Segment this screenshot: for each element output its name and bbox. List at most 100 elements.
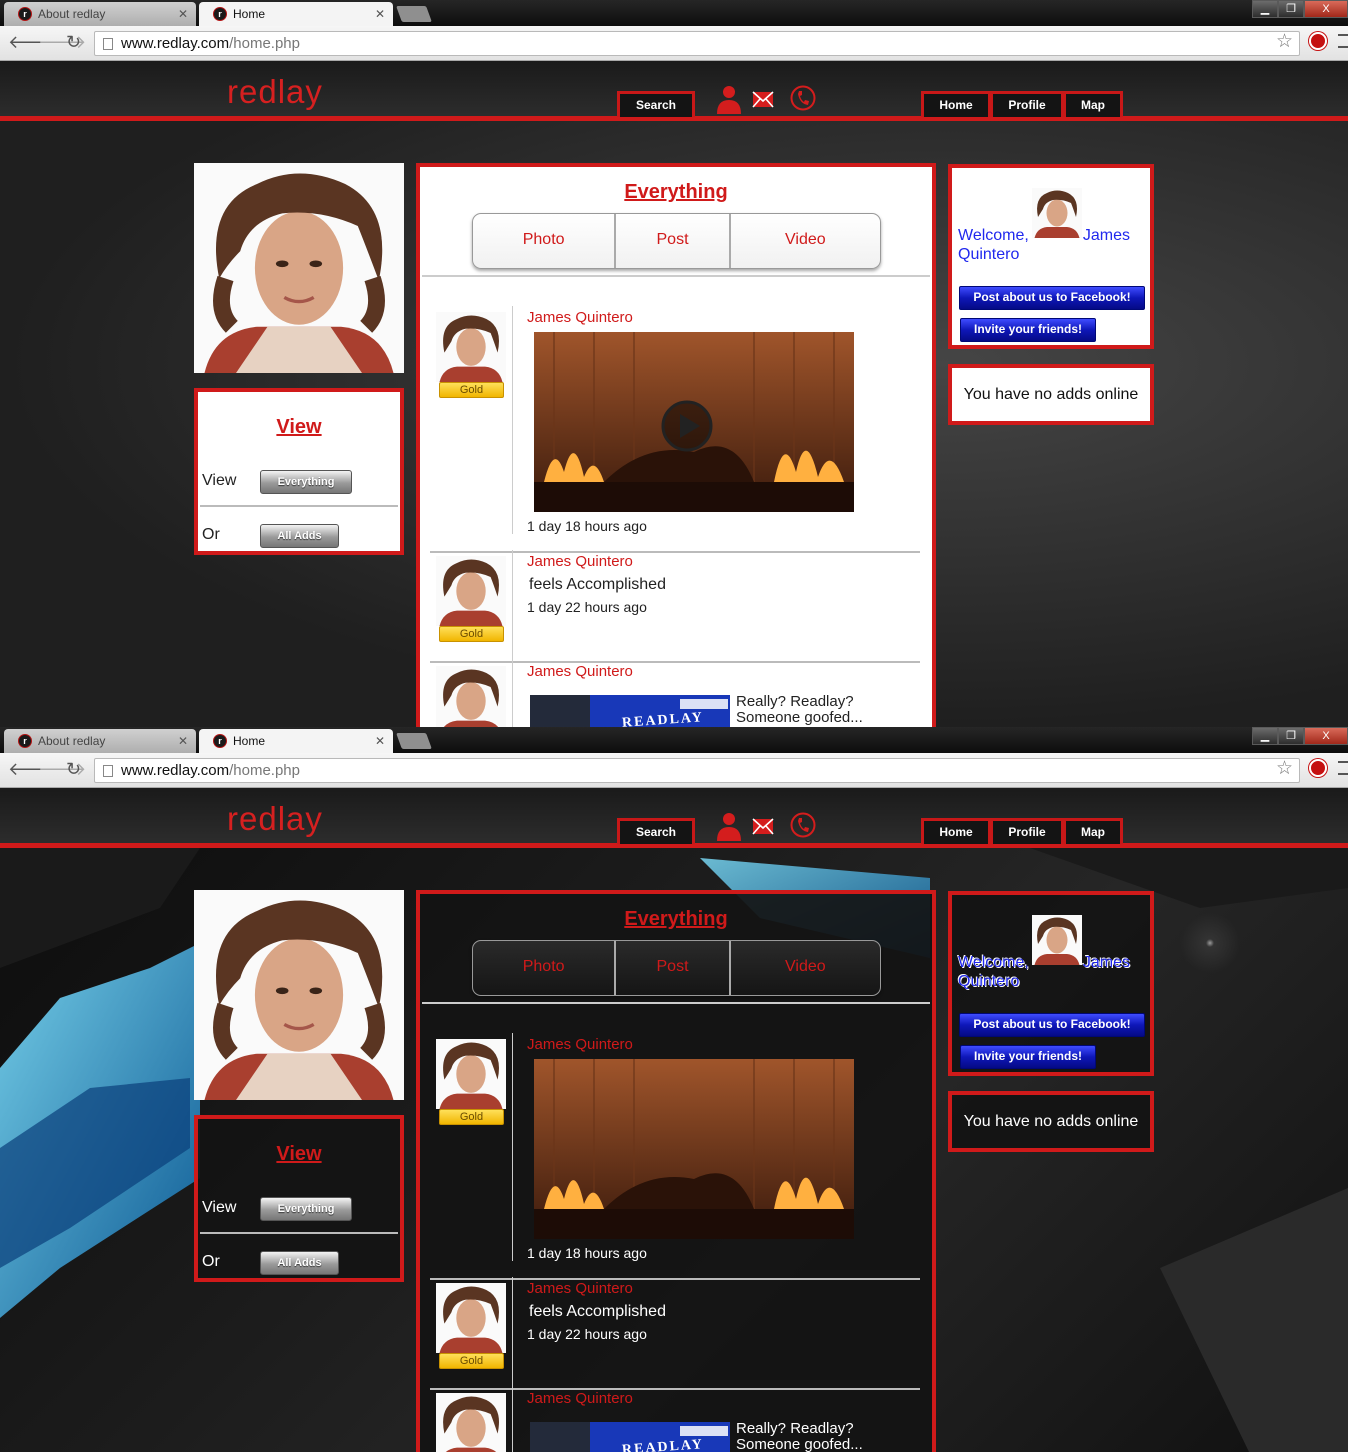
welcome-name-first: James [1082,954,1130,971]
welcome-name-last: Quintero [958,246,1020,263]
ads-panel: You have no adds online [948,1091,1154,1152]
avatar[interactable] [436,1283,506,1353]
view-label: View [202,1199,237,1216]
nav-map[interactable]: Map [1063,91,1123,117]
close-window-icon[interactable]: X [1304,727,1348,745]
filter-video[interactable]: Video [731,941,880,995]
feed-title[interactable]: Everything [420,181,932,204]
welcome-greeting: Welcome, [958,227,1029,244]
close-icon[interactable]: ✕ [178,734,188,748]
reload-icon[interactable]: ↻ [66,32,81,53]
menu-icon[interactable] [1338,34,1348,48]
video-thumbnail-image [534,332,854,512]
person-icon[interactable] [716,811,742,841]
site-logo[interactable]: redlay [227,73,323,111]
avatar[interactable] [436,666,506,727]
nav-home[interactable]: Home [921,818,991,844]
divider [200,505,398,507]
all-adds-button[interactable]: All Adds [260,524,339,548]
person-icon[interactable] [716,84,742,114]
gold-badge: Gold [439,1109,504,1125]
filter-video[interactable]: Video [731,214,880,268]
reload-icon[interactable]: ↻ [66,759,81,780]
menu-icon[interactable] [1338,761,1348,775]
filter-post[interactable]: Post [616,214,731,268]
divider [512,660,513,727]
avatar[interactable] [436,1393,506,1452]
avatar[interactable] [436,556,506,626]
invite-friends-button[interactable]: Invite your friends! [960,318,1096,342]
view-everything-button[interactable]: Everything [260,470,352,494]
welcome-greeting: Welcome, [958,954,1029,971]
browser-toolbar: 🡐 🡒 ↻ www.redlay.com/home.php ☆ [0,753,1348,788]
favicon-icon: r [18,734,32,748]
bookmark-star-icon[interactable]: ☆ [1276,30,1293,53]
nav-map[interactable]: Map [1063,818,1123,844]
new-tab-button[interactable] [396,733,432,749]
video-player[interactable] [534,1059,854,1239]
nav-profile[interactable]: Profile [990,818,1064,844]
search-button[interactable]: Search [617,818,695,844]
post-to-facebook-button[interactable]: Post about us to Facebook! [959,1013,1145,1037]
phone-icon[interactable] [790,84,816,112]
post-author[interactable]: James Quintero [527,1280,633,1297]
link-thumbnail[interactable]: READLAY [530,695,730,727]
filter-post[interactable]: Post [616,941,731,995]
search-button[interactable]: Search [617,91,695,117]
tab-strip: r About redlay ✕ r Home ✕ ▁ ❐ X [0,727,1348,753]
extension-icon[interactable] [1309,759,1327,777]
close-icon[interactable]: ✕ [375,734,385,748]
nav-home[interactable]: Home [921,91,991,117]
minimize-icon[interactable]: ▁ [1252,0,1278,18]
view-title[interactable]: View [198,1143,400,1166]
new-tab-button[interactable] [396,6,432,22]
phone-icon[interactable] [790,811,816,839]
tab-home[interactable]: r Home ✕ [199,2,393,26]
avatar[interactable] [436,312,506,382]
avatar[interactable] [436,1039,506,1109]
maximize-icon[interactable]: ❐ [1278,0,1304,18]
tab-about[interactable]: r About redlay ✕ [4,2,196,26]
nav-profile[interactable]: Profile [990,91,1064,117]
invite-friends-button[interactable]: Invite your friends! [960,1045,1096,1069]
tab-about[interactable]: r About redlay ✕ [4,729,196,753]
post-author[interactable]: James Quintero [527,553,633,570]
mail-icon[interactable] [752,91,774,108]
filter-photo[interactable]: Photo [473,214,617,268]
site-logo[interactable]: redlay [227,800,323,838]
post-author[interactable]: James Quintero [527,1036,633,1053]
filter-photo[interactable]: Photo [473,941,617,995]
bookmark-star-icon[interactable]: ☆ [1276,757,1293,780]
or-label: Or [202,526,220,543]
tab-home[interactable]: r Home ✕ [199,729,393,753]
extension-icon[interactable] [1309,32,1327,50]
mail-icon[interactable] [752,818,774,835]
feed-title[interactable]: Everything [420,908,932,931]
address-bar[interactable]: www.redlay.com/home.php [94,31,1300,56]
video-thumbnail-image [534,1059,854,1239]
favicon-icon: r [213,734,227,748]
view-everything-button[interactable]: Everything [260,1197,352,1221]
gold-badge: Gold [439,382,504,398]
close-icon[interactable]: ✕ [375,7,385,21]
link-thumbnail[interactable]: READLAY [530,1422,730,1452]
close-window-icon[interactable]: X [1304,0,1348,18]
close-icon[interactable]: ✕ [178,7,188,21]
post-author[interactable]: James Quintero [527,1390,633,1407]
post-to-facebook-button[interactable]: Post about us to Facebook! [959,286,1145,310]
post-author[interactable]: James Quintero [527,663,633,680]
video-player[interactable] [534,332,854,512]
browser-toolbar: 🡐 🡒 ↻ www.redlay.com/home.php ☆ [0,26,1348,61]
welcome-text[interactable]: Welcome, James Quintero [958,953,1138,991]
profile-photo[interactable] [194,163,404,373]
welcome-text[interactable]: Welcome, James Quintero [958,226,1138,264]
all-adds-button[interactable]: All Adds [260,1251,339,1275]
address-bar[interactable]: www.redlay.com/home.php [94,758,1300,783]
maximize-icon[interactable]: ❐ [1278,727,1304,745]
profile-photo[interactable] [194,890,404,1100]
view-title[interactable]: View [198,416,400,439]
minimize-icon[interactable]: ▁ [1252,727,1278,745]
url-path: /home.php [229,762,300,779]
post-author[interactable]: James Quintero [527,309,633,326]
window-controls: ▁ ❐ X [1252,727,1348,745]
